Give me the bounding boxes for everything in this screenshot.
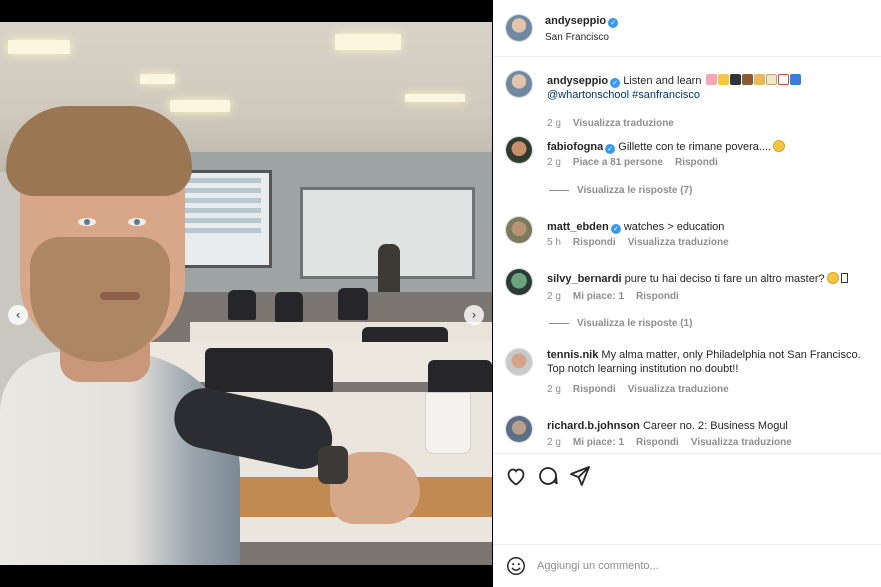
comment-avatar[interactable] <box>505 268 533 296</box>
school-icon <box>717 74 729 85</box>
comment-text: Gillette con te rimane povera.... <box>618 141 772 153</box>
abc-icon <box>789 74 801 85</box>
ceiling-light <box>140 74 175 84</box>
translate-link[interactable]: Visualizza traduzione <box>628 384 729 395</box>
post-header: andyseppio ✓ San Francisco <box>493 0 881 57</box>
carousel-next-button[interactable]: › <box>464 305 484 325</box>
reply-button[interactable]: Rispondi <box>675 157 718 168</box>
comment-likes[interactable]: Piace a 81 persone <box>573 157 663 168</box>
post-photo: ‹ › <box>0 22 492 565</box>
view-replies-button[interactable]: Visualizza le risposte (7) <box>549 185 692 196</box>
graduation-cap-icon <box>729 74 741 85</box>
person-eye <box>78 218 96 226</box>
author-avatar[interactable] <box>505 14 533 42</box>
divider-line <box>549 323 569 324</box>
comment-username[interactable]: richard.b.johnson <box>547 420 640 432</box>
comment-text: pure tu hai deciso ti fare un altro mast… <box>624 273 825 285</box>
ceiling-light <box>170 100 230 112</box>
chair <box>275 292 303 322</box>
hashtag-link[interactable]: #sanfrancisco <box>632 89 700 101</box>
caption-text: Listen and learn <box>623 75 702 87</box>
caption-avatar[interactable] <box>505 70 533 98</box>
wristwatch <box>318 446 348 484</box>
verified-badge-icon: ✓ <box>605 144 616 154</box>
emoji-picker-icon[interactable] <box>505 555 527 577</box>
comment-avatar[interactable] <box>505 415 533 443</box>
reply-button[interactable]: Rispondi <box>573 384 616 395</box>
chart-icon <box>777 74 789 85</box>
comment-input[interactable] <box>537 556 837 576</box>
chair <box>205 348 333 392</box>
comment-icon[interactable] <box>536 464 560 488</box>
paper-cup <box>425 392 471 454</box>
verified-badge-icon: ✓ <box>610 224 621 234</box>
ceiling-light <box>335 34 401 50</box>
laughing-emoji-icon <box>773 140 786 152</box>
comment-username[interactable]: matt_ebden <box>547 221 609 233</box>
ceiling-light <box>405 94 465 102</box>
divider-line <box>549 190 569 191</box>
laughing-emoji-icon <box>826 272 839 284</box>
view-replies-button[interactable]: Visualizza le risposte (1) <box>549 318 692 329</box>
comment-composer <box>493 544 881 587</box>
brain-icon <box>705 74 717 85</box>
comment-likes[interactable]: Mi piace: 1 <box>573 437 624 448</box>
person-eye <box>128 218 146 226</box>
comment-username[interactable]: fabiofogna <box>547 141 603 153</box>
carousel-prev-button[interactable]: ‹ <box>8 305 28 325</box>
send-icon[interactable] <box>568 464 592 488</box>
reply-button[interactable]: Rispondi <box>636 437 679 448</box>
translate-link[interactable]: Visualizza traduzione <box>628 237 729 248</box>
books-icon <box>753 74 765 85</box>
comment-avatar[interactable] <box>505 216 533 244</box>
heart-icon[interactable] <box>504 464 528 488</box>
action-bar <box>493 453 881 543</box>
comment-avatar[interactable] <box>505 348 533 376</box>
comment-time[interactable]: 5 h <box>547 237 561 248</box>
comment-username[interactable]: silvy_bernardi <box>547 273 622 285</box>
verified-badge-icon: ✓ <box>610 78 621 88</box>
comment-time[interactable]: 2 g <box>547 384 561 395</box>
comment-time[interactable]: 2 g <box>547 291 561 302</box>
verified-badge-icon: ✓ <box>608 18 619 28</box>
person-hair <box>6 106 192 196</box>
comments-list[interactable]: andyseppio ✓ Listen and learn @whartonsch… <box>493 58 881 453</box>
missing-glyph-icon <box>840 273 848 283</box>
person-mouth <box>100 292 140 300</box>
comment-likes[interactable]: Mi piace: 1 <box>573 291 624 302</box>
author-username[interactable]: andyseppio <box>545 15 606 27</box>
chair <box>338 288 368 320</box>
ceiling-light <box>8 40 70 54</box>
view-replies-label: Visualizza le risposte (7) <box>577 185 693 196</box>
author-name-row: andyseppio ✓ <box>545 15 619 28</box>
post-location[interactable]: San Francisco <box>545 32 609 43</box>
translate-link[interactable]: Visualizza traduzione <box>691 437 792 448</box>
caption-username[interactable]: andyseppio <box>547 75 608 87</box>
comment-avatar[interactable] <box>505 136 533 164</box>
view-replies-label: Visualizza le risposte (1) <box>577 318 693 329</box>
notebook-icon <box>765 74 777 85</box>
comment-time[interactable]: 2 g <box>547 437 561 448</box>
comment-text: watches > education <box>623 221 725 233</box>
comment-text: Career no. 2: Business Mogul <box>642 420 788 432</box>
chair <box>228 290 256 320</box>
briefcase-icon <box>741 74 753 85</box>
mention-link[interactable]: @whartonschool <box>547 89 629 101</box>
reply-button[interactable]: Rispondi <box>573 237 616 248</box>
comment-username[interactable]: tennis.nik <box>547 349 598 361</box>
post-side-panel: andyseppio ✓ San Francisco andyseppio ✓ Li… <box>493 0 881 587</box>
translate-link[interactable]: Visualizza traduzione <box>573 118 674 129</box>
reply-button[interactable]: Rispondi <box>636 291 679 302</box>
caption-time[interactable]: 2 g <box>547 118 561 129</box>
comment-time[interactable]: 2 g <box>547 157 561 168</box>
